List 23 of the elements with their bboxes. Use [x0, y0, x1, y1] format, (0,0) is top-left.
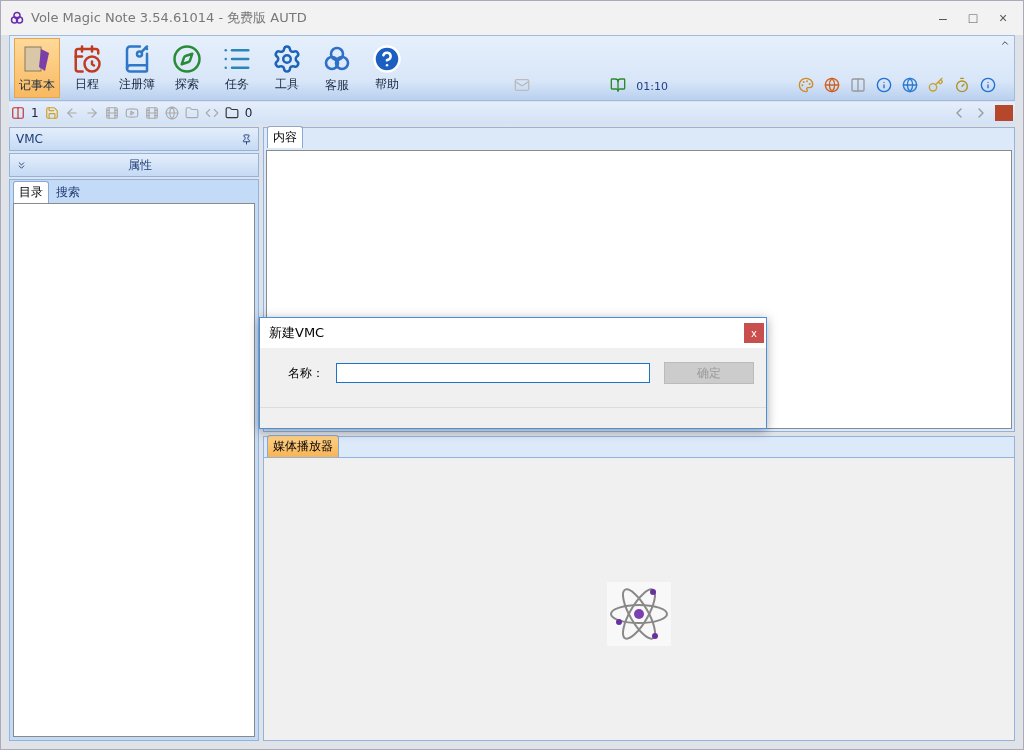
ribbon-button[interactable]: 记事本 [14, 38, 60, 98]
ribbon-button[interactable]: 帮助 [364, 38, 410, 98]
close-button[interactable]: × [991, 10, 1015, 26]
notebook-count: 1 [31, 106, 39, 120]
minimize-button[interactable]: – [931, 10, 955, 26]
attachment-count: 0 [244, 106, 253, 120]
ribbon-button[interactable]: 任务 [214, 38, 260, 98]
ribbon-button[interactable]: 日程 [64, 38, 110, 98]
window-title: Vole Magic Note 3.54.61014 - 免费版 AUTD [31, 9, 308, 27]
media-tab[interactable]: 媒体播放器 [267, 435, 339, 457]
ribbon-button[interactable]: 探索 [164, 38, 210, 98]
dialog-title: 新建VMC [269, 324, 326, 342]
ribbon-button[interactable]: 客服 [314, 38, 360, 98]
field-label: 名称： [288, 364, 324, 382]
panel-tab[interactable]: 目录 [13, 181, 49, 203]
dialog-close-button[interactable]: x [744, 323, 764, 343]
timer-text: 01:10 [636, 80, 668, 93]
maximize-button[interactable]: □ [961, 10, 985, 26]
panel-title: VMC [16, 132, 43, 146]
ribbon-button[interactable]: 工具 [264, 38, 310, 98]
panel-tab[interactable]: 搜索 [50, 181, 86, 203]
content-tab[interactable]: 内容 [267, 126, 303, 148]
ribbon-button[interactable]: 注册簿 [114, 38, 160, 98]
